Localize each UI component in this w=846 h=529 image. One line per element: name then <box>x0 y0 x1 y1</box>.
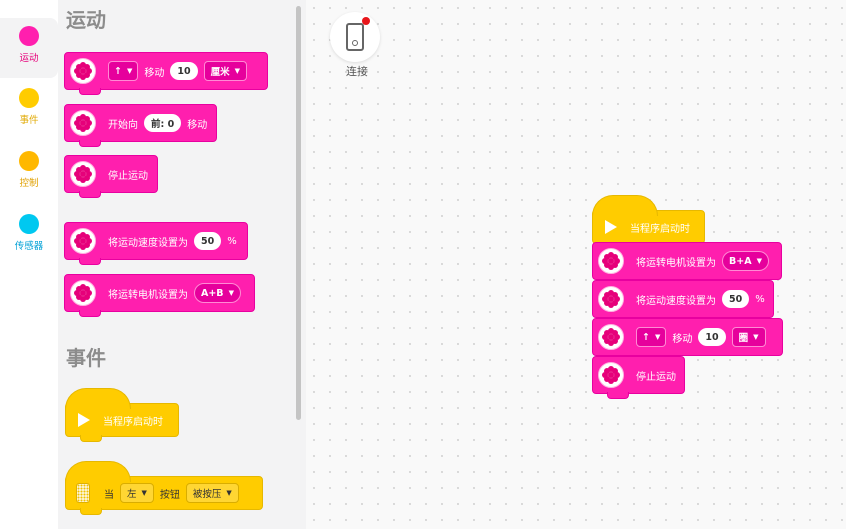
motor-icon <box>70 280 96 306</box>
when-start-label: 当程序启动时 <box>630 223 690 235</box>
stop-label: 停止运动 <box>108 170 148 182</box>
category-label: 控制 <box>19 178 39 189</box>
stack-when-program-starts[interactable]: 当程序启动时 <box>592 195 705 249</box>
category-label: 事件 <box>19 115 39 126</box>
section-title-events: 事件 <box>66 346 106 370</box>
caret-down-icon: ▼ <box>234 67 240 75</box>
caret-down-icon: ▼ <box>141 489 147 497</box>
motor-icon <box>598 286 624 312</box>
speed-label: 将运动速度设置为 <box>636 295 716 307</box>
speed-input[interactable]: 50 <box>722 290 750 308</box>
stack-set-speed[interactable]: 将运动速度设置为 50 % <box>592 280 774 318</box>
block-palette: 运动 ↑ ▼ 移动 10 厘米 ▼ 开始向 前: 0 移动 停止运动 将运动速度设置… <box>58 0 306 529</box>
motors-value: B+A <box>729 255 752 267</box>
start-label: 开始向 <box>108 119 138 131</box>
play-icon <box>605 220 617 234</box>
motor-icon <box>70 161 96 187</box>
start-moving-block[interactable]: 开始向 前: 0 移动 <box>64 104 217 147</box>
motor-icon <box>598 248 624 274</box>
move-block[interactable]: ↑ ▼ 移动 10 厘米 ▼ <box>64 52 268 95</box>
motor-icon <box>70 58 96 84</box>
motors-dropdown[interactable]: A+B ▼ <box>194 283 241 303</box>
speed-input[interactable]: 50 <box>194 232 222 250</box>
category-bar: 运动 事件 控制 传感器 <box>0 0 58 529</box>
category-label: 运动 <box>19 53 39 64</box>
button-side-dropdown[interactable]: 左 ▼ <box>120 483 154 503</box>
distance-input[interactable]: 10 <box>698 328 726 346</box>
palette-scrollbar[interactable] <box>296 6 301 420</box>
when-program-starts-block[interactable]: 当程序启动时 <box>65 388 179 442</box>
when-start-label: 当程序启动时 <box>103 416 163 428</box>
motors-value: A+B <box>201 287 224 299</box>
set-speed-block[interactable]: 将运动速度设置为 50 % <box>64 222 248 265</box>
motor-icon <box>598 362 624 388</box>
events-category-dot <box>19 88 39 108</box>
sensors-category-dot <box>19 214 39 234</box>
category-label: 传感器 <box>14 241 44 252</box>
category-motion[interactable]: 运动 <box>0 18 58 78</box>
direction-dropdown[interactable]: ↑ ▼ <box>636 327 667 347</box>
device-icon <box>346 23 364 51</box>
move-label: 移动 <box>144 67 165 79</box>
direction-input[interactable]: 前: 0 <box>144 114 182 132</box>
state-value: 被按压 <box>192 489 222 500</box>
category-sensors[interactable]: 传感器 <box>0 206 58 266</box>
percent-label: % <box>755 293 765 305</box>
stop-label: 停止运动 <box>636 371 676 383</box>
connect-label: 连接 <box>346 65 368 78</box>
stop-moving-block[interactable]: 停止运动 <box>64 155 158 198</box>
stack-set-motors[interactable]: 将运转电机设置为 B+A ▼ <box>592 242 782 280</box>
disconnected-indicator <box>362 17 370 25</box>
motors-dropdown[interactable]: B+A ▼ <box>722 251 769 271</box>
unit-dropdown[interactable]: 圈 ▼ <box>731 327 766 347</box>
when-button-pressed-block[interactable]: 当 左 ▼ 按钮 被按压 ▼ <box>65 461 263 515</box>
speed-label: 将运动速度设置为 <box>108 237 188 249</box>
direction-dropdown[interactable]: ↑ ▼ <box>108 61 139 81</box>
stack-move[interactable]: ↑ ▼ 移动 10 圈 ▼ <box>592 318 783 356</box>
unit-value: 厘米 <box>210 67 230 78</box>
control-category-dot <box>19 151 39 171</box>
caret-down-icon: ▼ <box>226 489 232 497</box>
unit-dropdown[interactable]: 厘米 ▼ <box>203 61 247 81</box>
connect-button[interactable] <box>330 12 380 62</box>
motion-category-dot <box>19 26 39 46</box>
set-motors-block[interactable]: 将运转电机设置为 A+B ▼ <box>64 274 255 317</box>
section-title-motion: 运动 <box>66 8 106 32</box>
motors-label: 将运转电机设置为 <box>636 257 716 269</box>
caret-down-icon: ▼ <box>228 289 234 297</box>
distance-input[interactable]: 10 <box>170 62 198 80</box>
side-value: 左 <box>127 489 137 500</box>
move-label: 移动 <box>187 119 208 131</box>
stack-stop-moving[interactable]: 停止运动 <box>592 356 685 399</box>
move-label: 移动 <box>672 333 693 345</box>
caret-down-icon: ▼ <box>126 67 133 75</box>
caret-down-icon: ▼ <box>753 333 759 341</box>
motor-icon <box>70 110 96 136</box>
category-control[interactable]: 控制 <box>0 143 58 203</box>
up-arrow-icon: ↑ <box>642 331 650 343</box>
hub-icon <box>76 483 90 503</box>
category-events[interactable]: 事件 <box>0 80 58 140</box>
motor-icon <box>70 228 96 254</box>
unit-value: 圈 <box>738 333 749 344</box>
percent-label: % <box>227 235 237 247</box>
up-arrow-icon: ↑ <box>114 65 122 77</box>
when-label: 当 <box>104 489 114 501</box>
play-icon <box>78 413 90 427</box>
caret-down-icon: ▼ <box>756 257 762 265</box>
caret-down-icon: ▼ <box>654 333 661 341</box>
motors-label: 将运转电机设置为 <box>108 289 188 301</box>
button-label: 按钮 <box>159 489 180 501</box>
motor-icon <box>598 324 624 350</box>
button-state-dropdown[interactable]: 被按压 ▼ <box>185 483 239 503</box>
